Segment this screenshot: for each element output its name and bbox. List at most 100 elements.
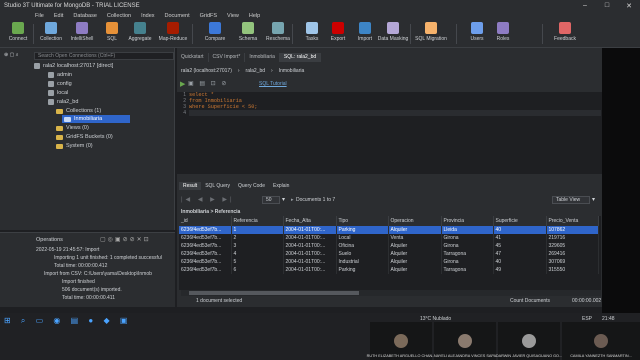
tree-views[interactable]: Views (0) (56, 124, 89, 132)
cell[interactable]: 45 (493, 242, 547, 250)
menu-index[interactable]: Index (136, 13, 159, 19)
tab-inmobiliaria[interactable]: Inmobiliaria (245, 53, 280, 62)
run-icon[interactable]: ▶ (180, 80, 185, 88)
schema-button[interactable]: Schema (233, 22, 263, 46)
cell[interactable]: 2004-01-01T00:... (283, 242, 337, 250)
cell[interactable]: 3 (231, 242, 284, 250)
connect-button[interactable]: Connect (3, 22, 33, 46)
cell[interactable]: 41 (493, 234, 547, 242)
cell[interactable]: 6236f4ed53ef7b... (179, 226, 232, 234)
col-header[interactable]: Referencia (231, 216, 284, 226)
scrollbar-thumb[interactable] (189, 291, 359, 295)
sql-editor[interactable]: 1234 select * from Inmobiliaria where Su… (177, 92, 602, 174)
cell[interactable]: 2004-01-01T00:... (283, 234, 337, 242)
col-header[interactable]: Operacion (388, 216, 442, 226)
cell[interactable]: Tarragona (441, 250, 494, 258)
import-button[interactable]: Import (350, 22, 380, 46)
tab-explain[interactable]: Explain (269, 182, 293, 190)
intellishell-button[interactable]: IntelliShell (67, 22, 97, 46)
count-documents-button[interactable]: Count Documents (510, 298, 550, 304)
cell[interactable]: 40 (493, 258, 547, 266)
tree-db-local[interactable]: local (48, 89, 68, 97)
menu-file[interactable]: File (30, 13, 49, 19)
cell[interactable]: 269416 (546, 250, 599, 258)
cell[interactable]: 107862 (546, 226, 599, 234)
menu-collection[interactable]: Collection (102, 13, 136, 19)
tab-sql-query[interactable]: SQL Query (201, 182, 234, 190)
table-row[interactable]: 6236f4ed53ef7b... 2 2004-01-01T00:... Local… (179, 234, 599, 242)
cell[interactable]: 2004-01-01T00:... (283, 250, 337, 258)
crumb-connection[interactable]: rala2 (localhost:27017) (181, 68, 232, 74)
cell[interactable]: 6236f4ed53ef7b... (179, 266, 232, 274)
cell[interactable]: 315550 (546, 266, 599, 274)
tab-query-code[interactable]: Query Code (234, 182, 269, 190)
reschema-button[interactable]: Reschema (263, 22, 293, 46)
tree-collection-inmobiliaria[interactable]: Inmobiliaria (62, 115, 130, 123)
cell[interactable]: Venta (388, 234, 442, 242)
sql-tutorial-link[interactable]: SQL Tutorial (259, 81, 287, 87)
maximize-icon[interactable]: □ (596, 2, 618, 10)
cell[interactable]: 1 (231, 226, 284, 234)
cell[interactable]: 6236f4ed53ef7b... (179, 242, 232, 250)
cell[interactable]: 5 (231, 258, 284, 266)
tree-gridfs-buckets[interactable]: GridFS Buckets (0) (56, 133, 113, 141)
export-button[interactable]: Export (323, 22, 353, 46)
cell[interactable]: Alquiler (388, 266, 442, 274)
tree-connection[interactable]: rala2 localhost:27017 [direct] (34, 62, 113, 70)
sql-button[interactable]: SQL (97, 22, 127, 46)
col-header[interactable]: Provincia (441, 216, 494, 226)
cell[interactable]: Girona (441, 242, 494, 250)
tab-quickstart[interactable]: Quickstart (177, 53, 209, 62)
tree-db-rala2-bd[interactable]: rala2_bd (48, 98, 78, 106)
cell[interactable]: Local (336, 234, 389, 242)
cell[interactable]: Alquiler (388, 250, 442, 258)
chevron-down-icon[interactable]: ▾ (592, 196, 595, 203)
cell[interactable]: 47 (493, 250, 547, 258)
crumb-database[interactable]: rala2_bd (246, 68, 265, 74)
cell[interactable]: 49 (493, 266, 547, 274)
cell[interactable]: Girona (441, 258, 494, 266)
feedback-button[interactable]: Feedback (550, 22, 580, 46)
cell[interactable]: 307069 (546, 258, 599, 266)
cell[interactable]: Parking (336, 226, 389, 234)
menu-edit[interactable]: Edit (49, 13, 68, 19)
cell[interactable]: 2004-01-01T00:... (283, 226, 337, 234)
col-header[interactable]: _id (179, 216, 232, 226)
operations-tools[interactable]: ▢◎▣⊘⊘✕⊡ (100, 236, 151, 243)
taskbar-apps[interactable]: ⊞ ⌕ ▭ ◉ ▤ ● ◆ ▣ (4, 316, 131, 326)
cell[interactable]: Alquiler (388, 226, 442, 234)
crumb-collection[interactable]: Inmobiliaria (279, 68, 305, 74)
horizontal-scrollbar[interactable] (181, 290, 601, 296)
map-reduce-button[interactable]: Map-Reduce (158, 22, 188, 46)
page-size-select[interactable]: 50 (262, 196, 280, 204)
table-row[interactable]: 6236f4ed53ef7b... 6 2004-01-01T00:... Parki… (179, 266, 599, 274)
col-header[interactable]: Superficie (493, 216, 547, 226)
cell[interactable]: Parking (336, 266, 389, 274)
compare-button[interactable]: Compare (200, 22, 230, 46)
cell[interactable]: 4 (231, 250, 284, 258)
cell[interactable]: Industrial (336, 258, 389, 266)
close-icon[interactable]: ✕ (618, 2, 640, 10)
col-header[interactable]: Fecha_Alta (283, 216, 337, 226)
menu-document[interactable]: Document (160, 13, 195, 19)
tree-db-admin[interactable]: admin (48, 71, 72, 79)
cell[interactable]: 6236f4ed53ef7b... (179, 258, 232, 266)
view-mode-select[interactable]: Table View (552, 196, 590, 204)
table-row[interactable]: 6236f4ed53ef7b... 5 2004-01-01T00:... Indus… (179, 258, 599, 266)
table-row[interactable]: 6236f4ed53ef7b... 3 2004-01-01T00:... Ofici… (179, 242, 599, 250)
chevron-down-icon[interactable]: ▾ (282, 196, 285, 203)
col-header[interactable]: Tipo (336, 216, 389, 226)
sql-migration-button[interactable]: SQL Migration (415, 22, 447, 46)
roles-button[interactable]: Roles (488, 22, 518, 46)
editor-tools[interactable]: ▣ ▤ ⊡ ⊘ (188, 80, 228, 87)
cell[interactable]: 329605 (546, 242, 599, 250)
tab-sql[interactable]: SQL: rala2_bd (279, 53, 322, 62)
tree-db-config[interactable]: config (48, 80, 72, 88)
cell[interactable]: 219716 (546, 234, 599, 242)
table-row[interactable]: 6236f4ed53ef7b... 1 2004-01-01T00:... Parki… (179, 226, 599, 234)
cell[interactable]: 40 (493, 226, 547, 234)
cell[interactable]: Girona (441, 234, 494, 242)
cell[interactable]: 2004-01-01T00:... (283, 258, 337, 266)
cell[interactable]: Suelo (336, 250, 389, 258)
cell[interactable]: 6 (231, 266, 284, 274)
